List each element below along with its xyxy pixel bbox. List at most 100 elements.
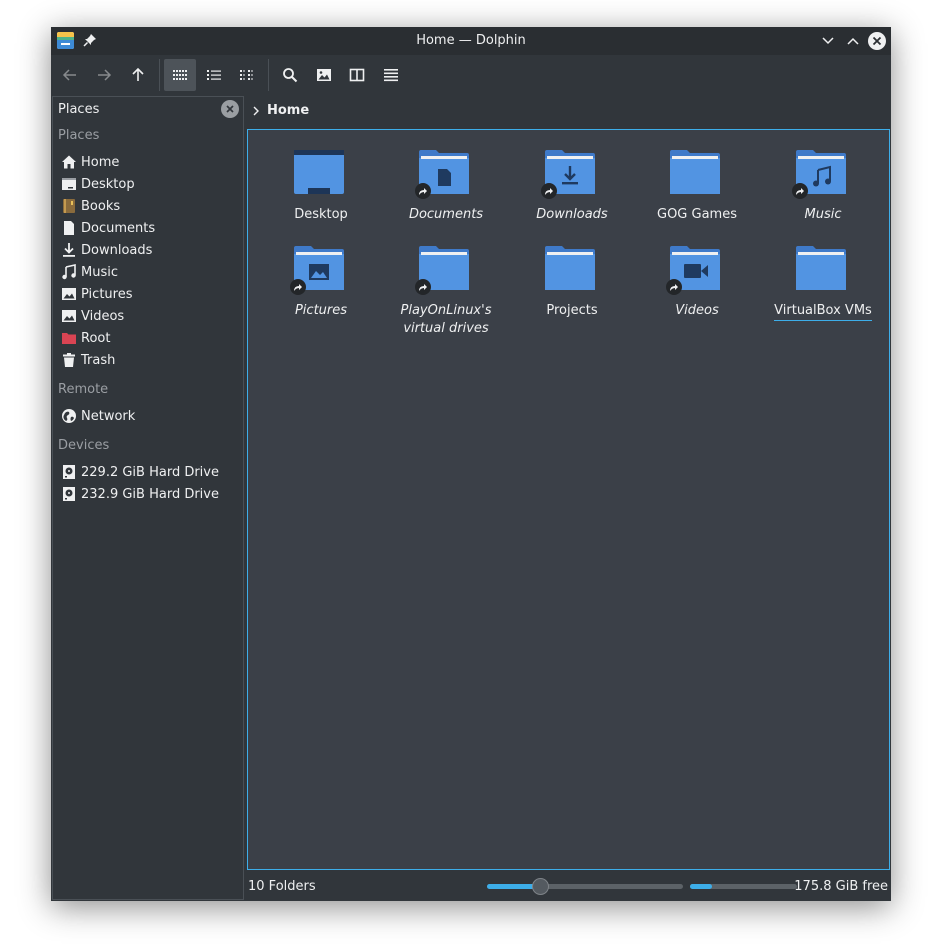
place-books[interactable]: Books: [54, 195, 242, 217]
item-name-text: VirtualBox VMs: [774, 303, 872, 321]
link-emblem-icon: [541, 183, 557, 199]
trash-icon: [61, 352, 77, 368]
link-emblem-icon: [792, 183, 808, 199]
icons-view-button[interactable]: [164, 59, 196, 91]
places-panel: Places Places Home Desktop Books Documen…: [52, 96, 244, 900]
place-music[interactable]: Music: [54, 261, 242, 283]
folder-item-videos[interactable]: Videos: [634, 226, 754, 322]
back-icon: [62, 69, 76, 81]
place-desktop[interactable]: Desktop: [54, 173, 242, 195]
dolphin-window: Home — Dolphin Places Places Home Deskto…: [51, 27, 891, 901]
harddrive-icon: [61, 486, 77, 502]
item-name: VirtualBox VMs: [760, 302, 886, 321]
item-name: PlayOnLinux's virtual drives: [400, 303, 492, 336]
chevron-right-icon[interactable]: [251, 105, 261, 117]
search-icon: [283, 68, 298, 83]
link-emblem-icon: [290, 279, 306, 295]
link-emblem-icon: [415, 279, 431, 295]
preview-button[interactable]: [308, 59, 340, 91]
folder-icon: [545, 246, 595, 290]
item-name: Videos: [675, 303, 719, 318]
close-icon: [868, 32, 886, 50]
up-icon: [132, 67, 144, 81]
folder-icon: [796, 246, 846, 290]
item-name: Desktop: [294, 207, 348, 222]
folder-item-gog-games[interactable]: GOG Games: [634, 130, 754, 226]
statusbar: 10 Folders 175.8 GiB free: [247, 874, 891, 900]
folder-item-documents[interactable]: Documents: [383, 130, 503, 226]
details-view-icon: [207, 70, 221, 80]
forward-icon: [98, 69, 112, 81]
zoom-slider-handle[interactable]: [532, 878, 549, 895]
harddrive-icon: [61, 464, 77, 480]
split-icon: [349, 68, 365, 82]
free-space-bar-fill: [690, 884, 712, 889]
close-button[interactable]: [867, 31, 887, 51]
close-icon: [226, 105, 234, 113]
item-name: Music: [804, 207, 842, 222]
document-icon: [61, 220, 77, 236]
place-videos[interactable]: Videos: [54, 305, 242, 327]
hamburger-menu-button[interactable]: [375, 59, 407, 91]
devices-group-title: Devices: [58, 438, 110, 453]
place-pictures[interactable]: Pictures: [54, 283, 242, 305]
place-drive-1[interactable]: 229.2 GiB Hard Drive: [54, 461, 242, 483]
status-summary: 10 Folders: [248, 879, 316, 894]
titlebar[interactable]: Home — Dolphin: [51, 27, 891, 55]
minimize-button[interactable]: [818, 31, 838, 51]
place-home[interactable]: Home: [54, 151, 242, 173]
free-space-label: 175.8 GiB free: [794, 879, 888, 894]
places-close-button[interactable]: [221, 100, 239, 118]
folder-item-desktop[interactable]: Desktop: [258, 130, 378, 226]
desktop-folder-icon: [294, 150, 344, 194]
item-name: Downloads: [536, 207, 608, 222]
folder-item-playonlinux[interactable]: PlayOnLinux's virtual drives: [383, 226, 503, 336]
place-downloads[interactable]: Downloads: [54, 239, 242, 261]
places-group-title: Places: [58, 128, 100, 143]
places-panel-title: Places: [58, 102, 100, 117]
picture-icon: [61, 286, 77, 302]
file-view[interactable]: Desktop Documents Downloads GOG Games Mu…: [247, 129, 890, 870]
folder-item-music[interactable]: Music: [760, 130, 880, 226]
red-folder-icon: [61, 330, 77, 346]
search-button[interactable]: [274, 59, 306, 91]
place-trash[interactable]: Trash: [54, 349, 242, 371]
desktop-icon: [61, 176, 77, 192]
video-icon: [61, 308, 77, 324]
icons-view-icon: [173, 70, 187, 80]
details-view-button[interactable]: [198, 59, 230, 91]
item-name: Projects: [546, 303, 598, 318]
place-network[interactable]: Network: [54, 405, 242, 427]
book-icon: [61, 198, 77, 214]
toolbar: [51, 55, 891, 95]
place-drive-2[interactable]: 232.9 GiB Hard Drive: [54, 483, 242, 505]
compact-view-icon: [240, 70, 253, 80]
chevron-up-icon: [847, 37, 859, 45]
up-button[interactable]: [122, 59, 154, 91]
toolbar-separator: [159, 59, 160, 91]
hamburger-menu-icon: [384, 69, 398, 82]
link-emblem-icon: [415, 183, 431, 199]
breadcrumb: Home: [247, 97, 891, 127]
breadcrumb-home[interactable]: Home: [267, 103, 309, 118]
chevron-down-icon: [822, 37, 834, 45]
maximize-button[interactable]: [843, 31, 863, 51]
network-icon: [61, 408, 77, 424]
place-documents[interactable]: Documents: [54, 217, 242, 239]
folder-item-projects[interactable]: Projects: [509, 226, 629, 322]
forward-button[interactable]: [88, 59, 120, 91]
remote-group-title: Remote: [58, 382, 109, 397]
compact-view-button[interactable]: [231, 59, 263, 91]
place-root[interactable]: Root: [54, 327, 242, 349]
free-space-bar[interactable]: [690, 884, 797, 889]
folder-item-pictures[interactable]: Pictures: [258, 226, 378, 322]
toolbar-separator: [268, 59, 269, 91]
item-name: Pictures: [294, 303, 348, 318]
split-button[interactable]: [341, 59, 373, 91]
back-button[interactable]: [54, 59, 86, 91]
preview-icon: [317, 69, 331, 81]
item-name: Documents: [408, 207, 484, 222]
folder-item-virtualbox-vms[interactable]: VirtualBox VMs: [760, 226, 880, 322]
zoom-slider[interactable]: [487, 878, 683, 895]
folder-item-downloads[interactable]: Downloads: [509, 130, 629, 226]
